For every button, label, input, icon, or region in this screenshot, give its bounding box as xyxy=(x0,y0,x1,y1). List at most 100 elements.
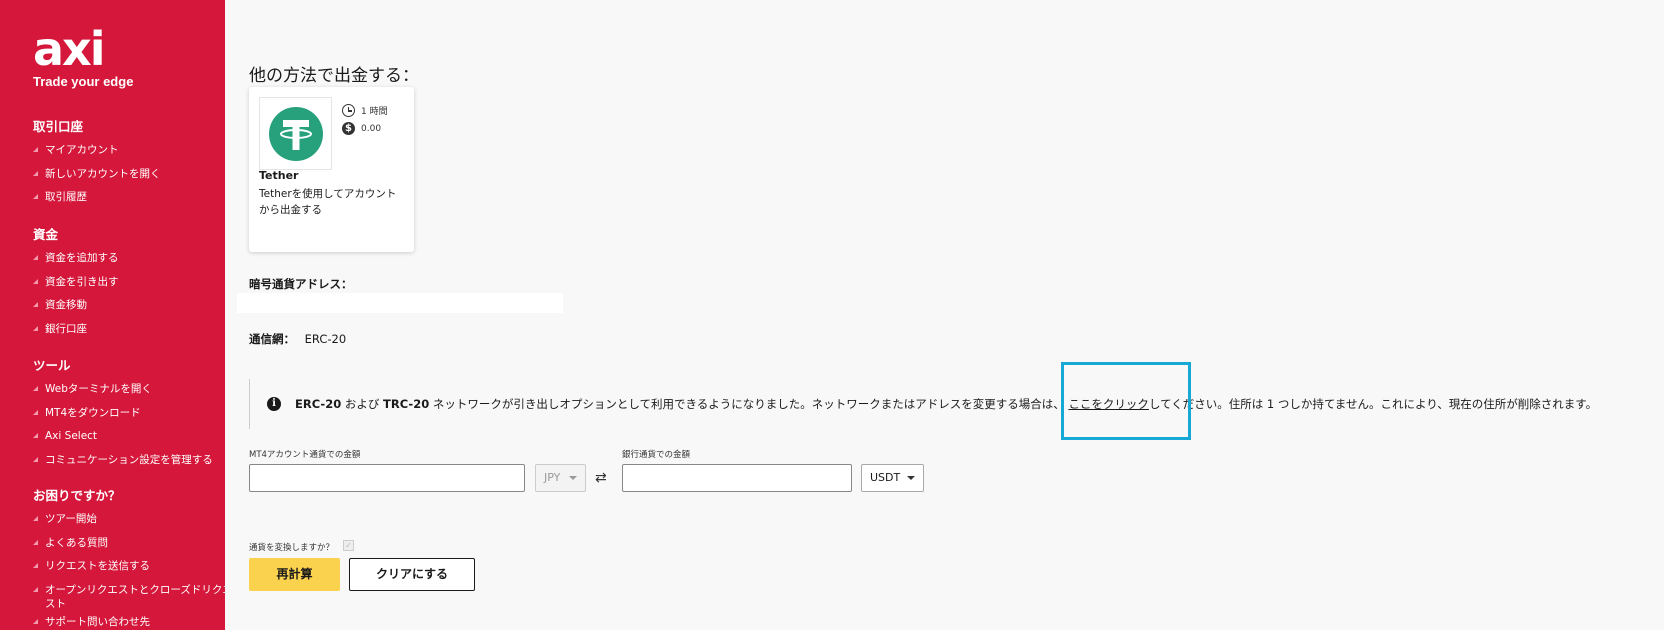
bullet-icon xyxy=(33,586,38,592)
sidebar-item-submit-request[interactable]: リクエストを送信する xyxy=(33,559,225,583)
bullet-icon xyxy=(33,618,38,624)
bullet-icon xyxy=(33,539,38,545)
sidebar-item-open-closed-requests[interactable]: オープンリクエストとクローズドリクエスト xyxy=(33,583,225,615)
sidebar-item-label: 資金を追加する xyxy=(45,252,119,264)
sidebar-item-label: 銀行口座 xyxy=(45,322,87,335)
nav-heading: 取引口座 xyxy=(33,119,84,134)
sidebar-item-label: リクエストを送信する xyxy=(45,560,150,572)
tether-logo-box xyxy=(259,97,332,170)
crypto-address-label: 暗号通貨アドレス： xyxy=(249,277,353,291)
bullet-icon xyxy=(33,302,38,307)
bullet-icon xyxy=(33,147,38,152)
network-notice: i ERC-20 および TRC-20 ネットワークが引き出しオプションとして利… xyxy=(249,379,1650,429)
sidebar-item-faq[interactable]: よくある質問 xyxy=(33,536,225,560)
card-description: Tetherを使用してアカウントから出金する xyxy=(259,188,397,216)
bank-amount-label: 銀行通貨での金額 xyxy=(622,450,691,460)
sidebar-item-label: ツアー開始 xyxy=(45,513,97,525)
logo-tagline: Trade your edge xyxy=(33,74,134,89)
bullet-icon xyxy=(33,456,38,462)
sidebar-item-my-account[interactable]: マイアカウント xyxy=(33,143,161,167)
network-row: 通信網： ERC-20 xyxy=(249,331,346,347)
sidebar-item-label: よくある質問 xyxy=(45,536,108,549)
clear-button[interactable]: クリアにする xyxy=(349,558,475,591)
bullet-icon xyxy=(33,409,38,415)
duration-value: 1 時間 xyxy=(361,107,388,117)
nav-section-tools: ツール Webターミナルを開く MT4をダウンロード Axi Select コミ… xyxy=(33,355,213,476)
sidebar-item-transfer-funds[interactable]: 資金移動 xyxy=(33,298,119,322)
nav-section-funds: 資金 資金を追加する 資金を引き出す 資金移動 銀行口座 xyxy=(33,224,119,345)
sidebar-item-label: MT4をダウンロード xyxy=(45,406,141,419)
nav-heading: ツール xyxy=(33,358,71,373)
sidebar-item-support-contact[interactable]: サポート問い合わせ先 xyxy=(33,615,225,630)
bullet-icon xyxy=(33,255,38,260)
sidebar-item-web-terminal[interactable]: Webターミナルを開く xyxy=(33,382,213,406)
nav-section-help: お困りですか？ ツアー開始 よくある質問 リクエストを送信する オープンリクエス… xyxy=(33,485,225,630)
crypto-address-field xyxy=(237,293,563,313)
sidebar-item-label: 新しいアカウントを開く xyxy=(45,167,161,180)
mt4-amount-label: MT4アカウント通貨での金額 xyxy=(249,450,361,460)
main-content: 他の方法で出金する： 1 時間 $ 0.00 Tether Tetherを使用し… xyxy=(237,0,1664,630)
sidebar-item-add-funds[interactable]: 資金を追加する xyxy=(33,251,119,275)
clock-icon xyxy=(342,104,355,117)
tether-method-card[interactable]: 1 時間 $ 0.00 Tether Tetherを使用してアカウントから出金す… xyxy=(249,87,414,252)
notice-body: ネットワークが引き出しオプションとして利用できるようになりました。ネットワークま… xyxy=(429,397,1069,411)
recalculate-button[interactable]: 再計算 xyxy=(249,558,340,591)
page-title: 他の方法で出金する： xyxy=(249,66,419,87)
sidebar: axi Trade your edge 取引口座 マイアカウント 新しいアカウン… xyxy=(0,0,225,630)
tether-icon xyxy=(269,107,323,161)
nav-heading: お困りですか？ xyxy=(33,488,121,503)
bank-currency-value: USDT xyxy=(870,471,901,484)
card-title: Tether xyxy=(259,169,299,182)
mt4-amount-input[interactable] xyxy=(249,464,525,492)
sidebar-item-label: 資金移動 xyxy=(45,299,87,311)
notice-erc: ERC-20 xyxy=(295,397,342,411)
bullet-icon xyxy=(33,563,38,568)
sidebar-item-download-mt4[interactable]: MT4をダウンロード xyxy=(33,406,213,430)
sidebar-item-axi-select[interactable]: Axi Select xyxy=(33,429,213,453)
chevron-down-icon xyxy=(569,476,577,480)
convert-currency-label: 通貨を変換しますか？ xyxy=(249,543,335,553)
mt4-currency-value: JPY xyxy=(544,471,561,484)
sidebar-item-label: オープンリクエストとクローズドリクエスト xyxy=(45,583,225,610)
bullet-icon xyxy=(33,170,38,176)
dollar-icon: $ xyxy=(342,122,355,135)
bank-currency-select[interactable]: USDT xyxy=(861,464,924,492)
chevron-down-icon xyxy=(907,476,915,480)
info-icon: i xyxy=(267,397,281,411)
highlight-box xyxy=(1061,362,1191,440)
notice-text: ERC-20 および TRC-20 ネットワークが引き出しオプションとして利用で… xyxy=(295,396,1597,412)
axi-logo[interactable]: axi Trade your edge xyxy=(33,26,133,89)
duration-row: 1 時間 xyxy=(342,104,388,117)
mt4-currency-select[interactable]: JPY xyxy=(535,464,586,492)
sidebar-item-label: コミュニケーション設定を管理する xyxy=(45,453,213,466)
bullet-icon xyxy=(33,386,38,391)
nav-heading: 資金 xyxy=(33,227,59,242)
nav-section-trading-accounts: 取引口座 マイアカウント 新しいアカウントを開く 取引履歴 xyxy=(33,116,161,214)
convert-currency-checkbox[interactable]: ✓ xyxy=(343,540,354,551)
network-label: 通信網： xyxy=(249,332,295,346)
sidebar-item-label: サポート問い合わせ先 xyxy=(45,615,150,628)
sidebar-item-open-account[interactable]: 新しいアカウントを開く xyxy=(33,167,161,191)
sidebar-item-bank-accounts[interactable]: 銀行口座 xyxy=(33,322,119,346)
sidebar-item-label: 資金を引き出す xyxy=(45,275,119,288)
sidebar-item-withdraw-funds[interactable]: 資金を引き出す xyxy=(33,275,119,299)
sidebar-item-label: マイアカウント xyxy=(45,144,119,156)
sidebar-item-label: 取引履歴 xyxy=(45,191,87,203)
bank-amount-input[interactable] xyxy=(622,464,852,492)
sidebar-item-start-tour[interactable]: ツアー開始 xyxy=(33,512,225,536)
sidebar-item-label: Axi Select xyxy=(45,430,98,442)
network-value: ERC-20 xyxy=(304,332,347,346)
bullet-icon xyxy=(33,433,38,438)
swap-icon: ⇄ xyxy=(595,470,607,486)
notice-tail: してください。住所は 1 つしか持てません。これにより、現在の住所が削除されます… xyxy=(1148,397,1598,411)
fee-value: 0.00 xyxy=(361,123,382,134)
logo-mark: axi xyxy=(33,22,105,76)
bullet-icon xyxy=(33,278,38,284)
notice-and: および xyxy=(341,397,384,411)
sidebar-item-communication-settings[interactable]: コミュニケーション設定を管理する xyxy=(33,453,213,477)
bullet-icon xyxy=(33,516,38,521)
sidebar-item-trade-history[interactable]: 取引履歴 xyxy=(33,190,161,214)
bullet-icon xyxy=(33,325,38,331)
sidebar-item-label: Webターミナルを開く xyxy=(45,383,152,395)
fee-row: $ 0.00 xyxy=(342,122,381,135)
